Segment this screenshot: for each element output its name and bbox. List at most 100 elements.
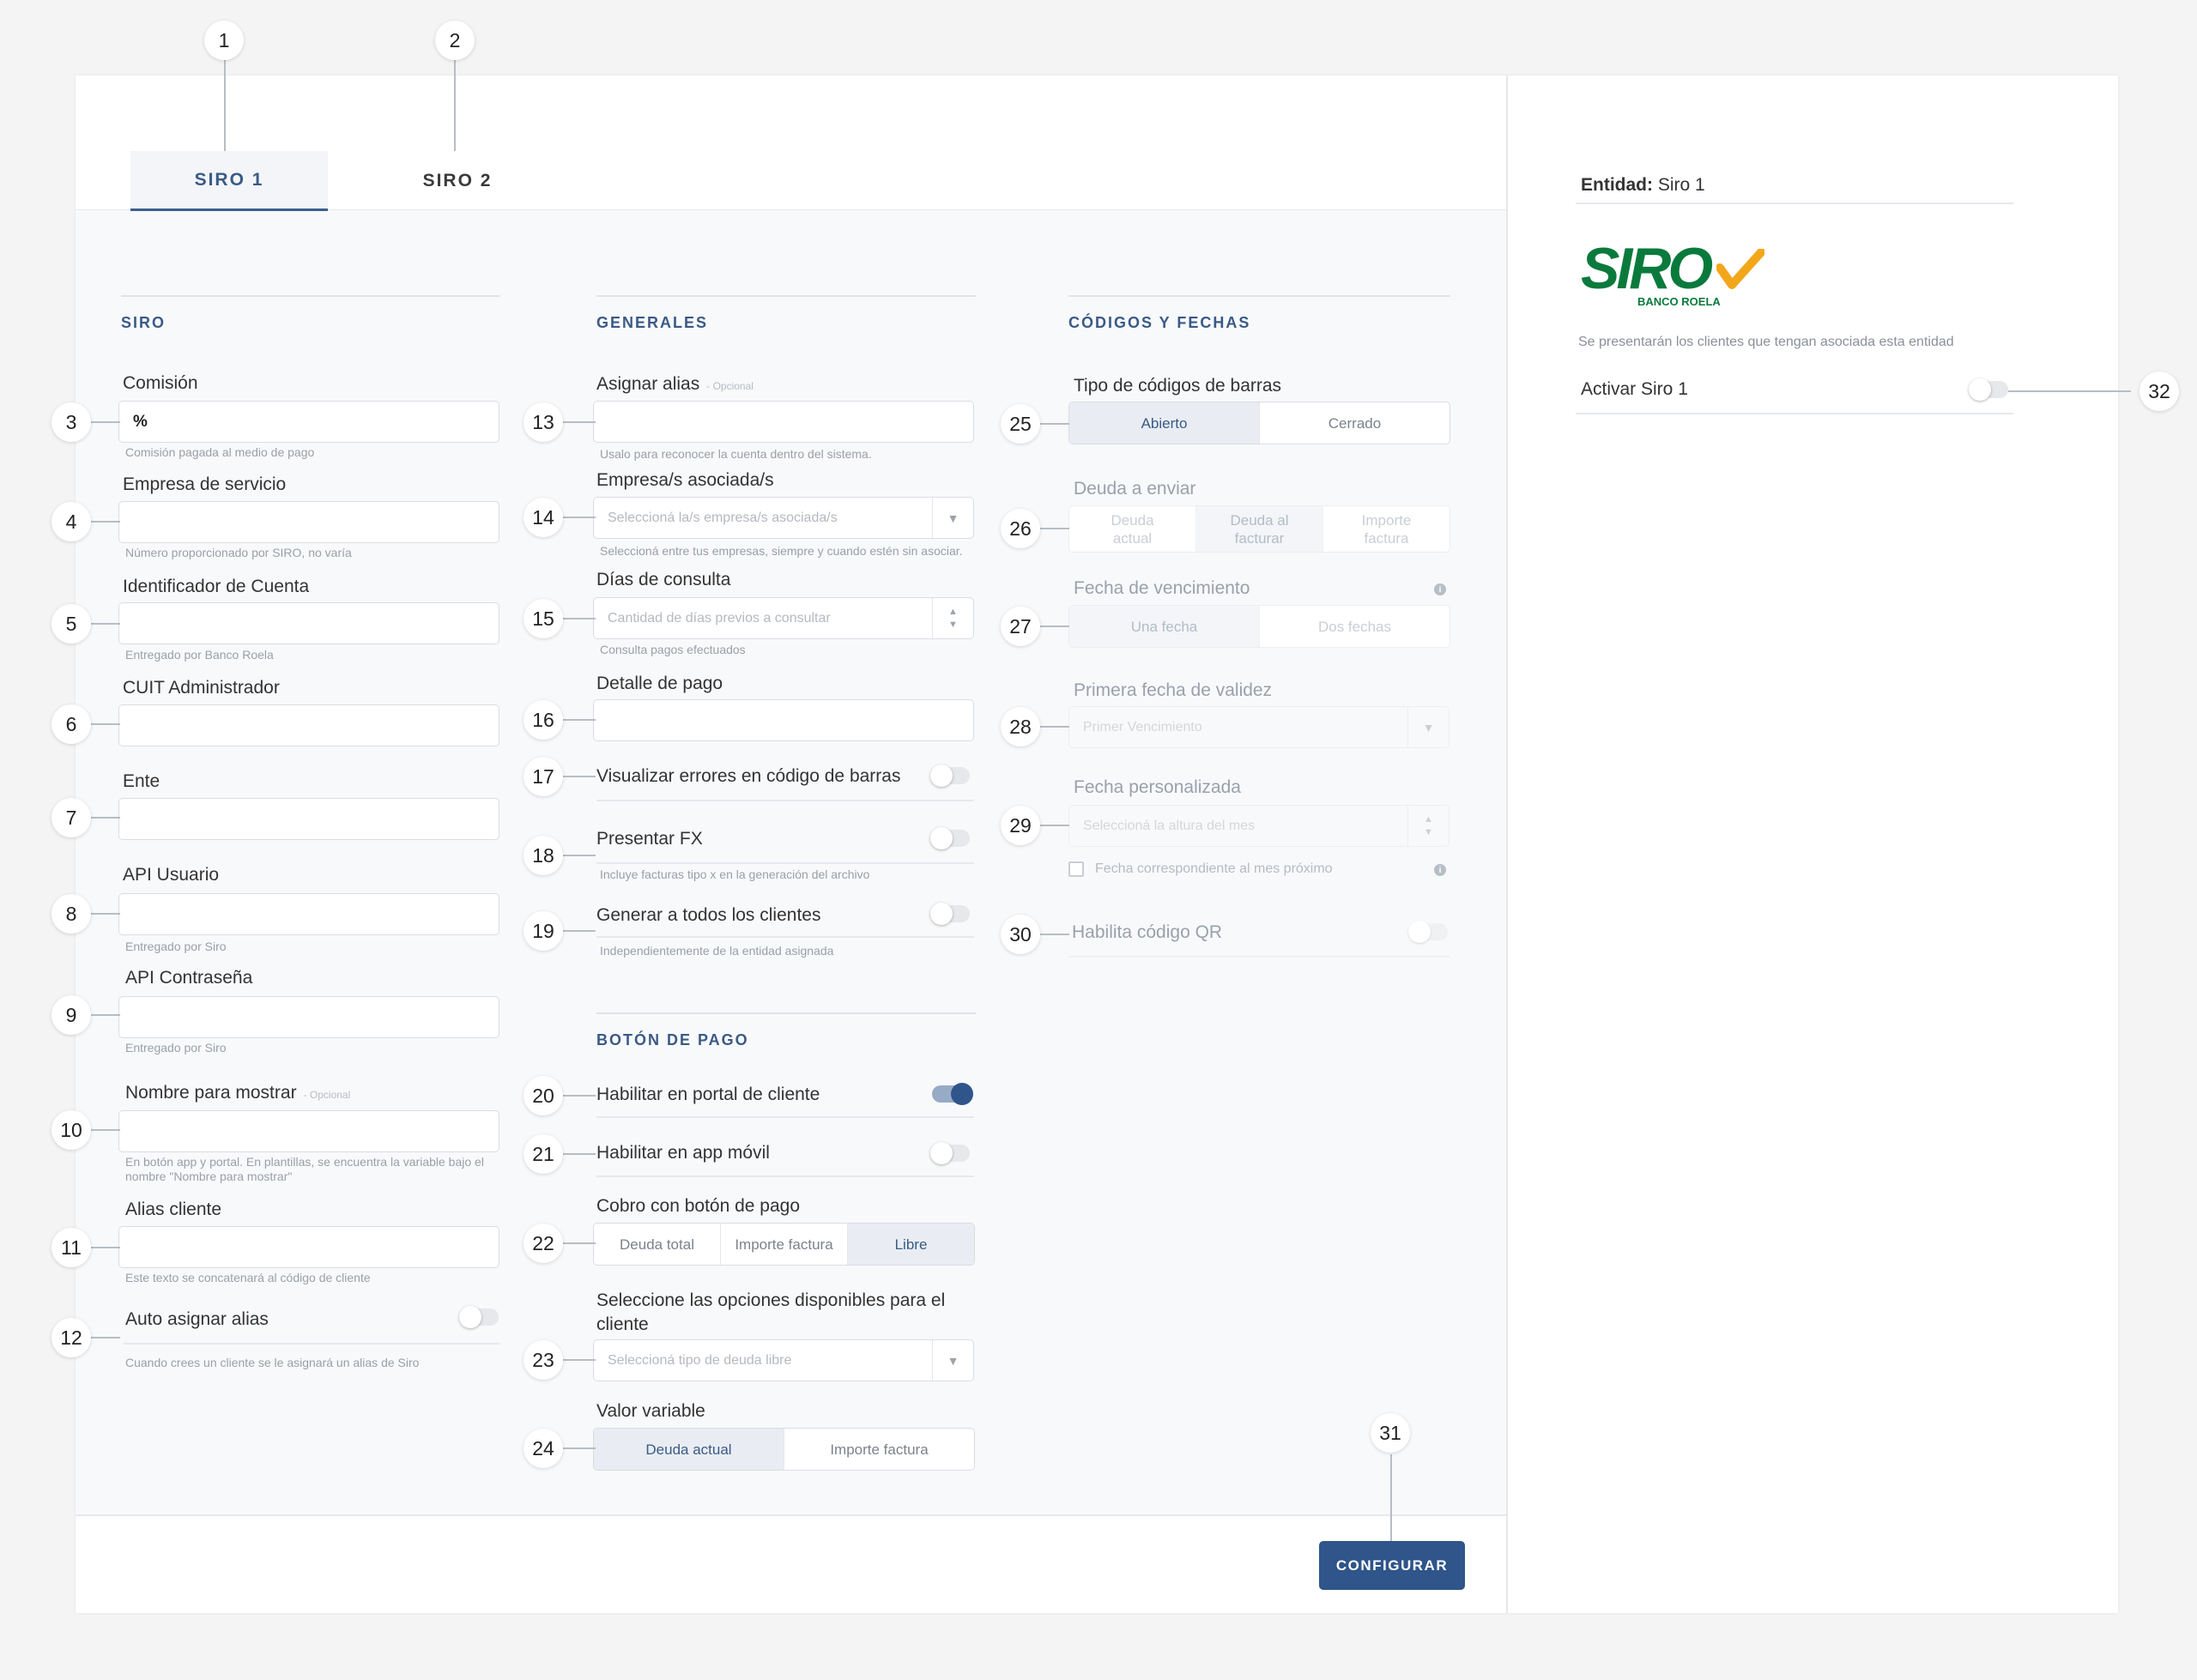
portal-label: Habilitar en portal de cliente: [596, 1085, 820, 1104]
connector-line: [454, 60, 456, 151]
callout-29: 29: [1001, 806, 1040, 845]
valor-option-deuda-actual[interactable]: Deuda actual: [594, 1429, 784, 1470]
api-usuario-input[interactable]: [118, 893, 499, 935]
connector-line: [91, 1247, 120, 1248]
deuda-option-deuda-al-facturar[interactable]: Deuda al facturar: [1196, 506, 1323, 552]
cobro-option-libre[interactable]: Libre: [848, 1224, 974, 1265]
todos-toggle[interactable]: [930, 903, 970, 925]
cuit-input[interactable]: [118, 704, 499, 746]
nombre-optional: - Opcional: [303, 1089, 351, 1101]
section-siro-title: SIRO: [121, 295, 500, 332]
opciones-select[interactable]: Seleccioná tipo de deuda libre ▼: [593, 1339, 974, 1381]
nombre-label: Nombre para mostrar - Opcional: [125, 1083, 350, 1103]
callout-6: 6: [51, 704, 91, 744]
personalizada-stepper[interactable]: Seleccioná la altura del mes ▲ ▼: [1068, 805, 1450, 847]
dias-stepper[interactable]: Cantidad de días previos a consultar ▲ ▼: [593, 597, 974, 639]
callout-13: 13: [524, 402, 563, 442]
connector-line: [563, 776, 596, 777]
identificador-input[interactable]: [118, 602, 499, 644]
toggle-knob: [951, 1083, 973, 1105]
entidad-row: Entidad: Siro 1: [1581, 175, 1705, 196]
cobro-option-importe-factura[interactable]: Importe factura: [721, 1224, 848, 1265]
qr-toggle[interactable]: [1408, 921, 1448, 943]
cobro-segmented[interactable]: Deuda total Importe factura Libre: [593, 1223, 975, 1266]
connector-line: [91, 421, 120, 423]
entidad-value: Siro 1: [1657, 175, 1705, 195]
info-icon[interactable]: i: [1434, 864, 1446, 876]
todos-helper: Independientemente de la entidad asignad…: [600, 944, 834, 958]
app-label: Habilitar en app móvil: [596, 1143, 770, 1163]
stepper-arrows-icon[interactable]: ▲ ▼: [932, 598, 973, 638]
callout-9: 9: [51, 995, 91, 1035]
toggle-knob: [459, 1306, 481, 1328]
comision-input[interactable]: %: [118, 401, 499, 443]
alias-cliente-helper: Este texto se concatenará al código de c…: [125, 1271, 371, 1284]
connector-line: [563, 719, 596, 721]
comision-helper: Comisión pagada al medio de pago: [125, 445, 315, 459]
deuda-option-importe-factura[interactable]: Importe factura: [1323, 506, 1450, 552]
auto-alias-label: Auto asignar alias: [125, 1309, 269, 1329]
api-pass-label: API Contraseña: [125, 968, 253, 988]
portal-toggle[interactable]: [932, 1083, 973, 1105]
connector-line: [563, 855, 596, 856]
deuda-option-deuda-actual[interactable]: Deuda actual: [1069, 506, 1196, 552]
tab-siro-1[interactable]: SIRO 1: [130, 151, 328, 211]
mes-proximo-checkbox[interactable]: [1068, 861, 1084, 877]
api-pass-input[interactable]: [118, 996, 499, 1038]
callout-8: 8: [51, 894, 91, 934]
errores-label: Visualizar errores en código de barras: [596, 766, 901, 786]
todos-label: Generar a todos los clientes: [596, 905, 821, 925]
divider: [1068, 956, 1450, 958]
divider: [596, 862, 974, 864]
configurar-button[interactable]: CONFIGURAR: [1319, 1541, 1465, 1590]
empresas-label: Empresa/s asociada/s: [596, 470, 774, 490]
stepper-arrows-icon[interactable]: ▲ ▼: [1407, 806, 1449, 846]
nombre-input[interactable]: [118, 1110, 499, 1152]
activar-toggle[interactable]: [1969, 378, 2008, 401]
api-usuario-helper: Entregado por Siro: [125, 940, 227, 953]
comision-label: Comisión: [123, 373, 198, 393]
tab-siro-2[interactable]: SIRO 2: [359, 151, 556, 211]
vencimiento-segmented[interactable]: Una fecha Dos fechas: [1068, 605, 1450, 648]
toggle-knob: [930, 764, 953, 787]
alias-input[interactable]: [593, 401, 974, 443]
ente-input[interactable]: [118, 798, 499, 840]
vencimiento-option-una-fecha[interactable]: Una fecha: [1069, 606, 1260, 647]
connector-line: [563, 618, 596, 619]
section-boton-title: BOTÓN DE PAGO: [596, 1012, 976, 1049]
callout-30: 30: [1001, 915, 1040, 954]
auto-alias-toggle[interactable]: [459, 1306, 499, 1328]
callout-18: 18: [524, 836, 563, 875]
empresa-input[interactable]: [118, 501, 499, 543]
detalle-input[interactable]: [593, 699, 974, 741]
divider: [1576, 413, 2013, 414]
valor-option-importe-factura[interactable]: Importe factura: [784, 1429, 974, 1470]
deuda-segmented[interactable]: Deuda actual Deuda al facturar Importe f…: [1068, 505, 1450, 553]
errores-toggle[interactable]: [930, 764, 970, 787]
app-toggle[interactable]: [930, 1142, 970, 1164]
tipo-option-cerrado[interactable]: Cerrado: [1260, 402, 1450, 444]
entidad-note: Se presentarán los clientes que tengan a…: [1578, 335, 1954, 349]
tipo-segmented[interactable]: Abierto Cerrado: [1068, 402, 1450, 444]
personalizada-placeholder: Seleccioná la altura del mes: [1083, 818, 1256, 833]
divider: [596, 800, 974, 801]
connector-line: [91, 1014, 120, 1016]
primera-select[interactable]: Primer Vencimiento ▼: [1068, 706, 1450, 748]
info-icon[interactable]: i: [1434, 583, 1446, 595]
empresas-select[interactable]: Seleccioná la/s empresa/s asociada/s ▼: [593, 497, 974, 539]
alias-cliente-label: Alias cliente: [125, 1200, 222, 1219]
dias-placeholder: Cantidad de días previos a consultar: [608, 610, 831, 625]
valor-segmented[interactable]: Deuda actual Importe factura: [593, 1428, 975, 1471]
connector-line: [91, 913, 120, 915]
divider: [1576, 202, 2013, 204]
alias-cliente-input[interactable]: [118, 1226, 499, 1268]
alias-optional: - Opcional: [706, 380, 754, 392]
tipo-option-abierto[interactable]: Abierto: [1069, 402, 1260, 444]
vencimiento-label: Fecha de vencimiento: [1074, 578, 1250, 598]
connector-line: [563, 1242, 596, 1244]
vencimiento-option-dos-fechas[interactable]: Dos fechas: [1260, 606, 1450, 647]
fx-toggle[interactable]: [930, 827, 970, 849]
callout-23: 23: [524, 1340, 563, 1380]
divider: [596, 1175, 974, 1177]
cobro-option-deuda-total[interactable]: Deuda total: [594, 1224, 721, 1265]
